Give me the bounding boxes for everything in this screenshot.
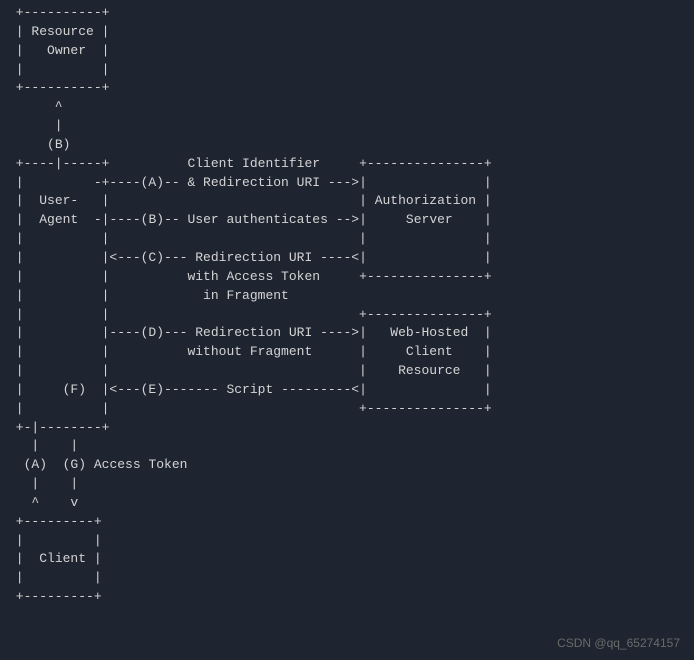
step-d: (D) [141,325,164,340]
label-access-token: Access Token [94,457,188,472]
box-resource-owner-l2: Owner [47,43,86,58]
box-user-agent-l2: Agent [39,212,78,227]
step-a: (A) [141,175,164,190]
label-script: Script [226,382,273,397]
box-web-hosted-l3: Resource [398,363,460,378]
step-g: (G) [63,457,86,472]
label-redirection-uri-2: Redirection URI [195,250,312,265]
box-resource-owner-l1: Resource [31,24,93,39]
step-c: (C) [141,250,164,265]
step-e: (E) [141,382,164,397]
label-user-authenticates: User authenticates [187,212,327,227]
step-f: (F) [63,382,86,397]
box-web-hosted-l2: Client [406,344,453,359]
box-web-hosted-l1: Web-Hosted [390,325,468,340]
box-user-agent-l1: User- [39,193,78,208]
ascii-diagram: +----------+ | Resource | | Owner | | | … [0,0,694,607]
step-b-top: (B) [47,137,70,152]
box-auth-server-l1: Authorization [375,193,476,208]
box-auth-server-l2: Server [406,212,453,227]
watermark: CSDN @qq_65274157 [557,635,680,652]
label-redirection-uri: & Redirection URI [187,175,320,190]
step-b: (B) [141,212,164,227]
step-a-bottom: (A) [24,457,47,472]
label-without-fragment: without Fragment [187,344,312,359]
box-client: Client [39,551,86,566]
label-client-identifier: Client Identifier [187,156,320,171]
label-redirection-uri-3: Redirection URI [195,325,312,340]
label-in-fragment: in Fragment [203,288,289,303]
label-with-access-token: with Access Token [187,269,320,284]
